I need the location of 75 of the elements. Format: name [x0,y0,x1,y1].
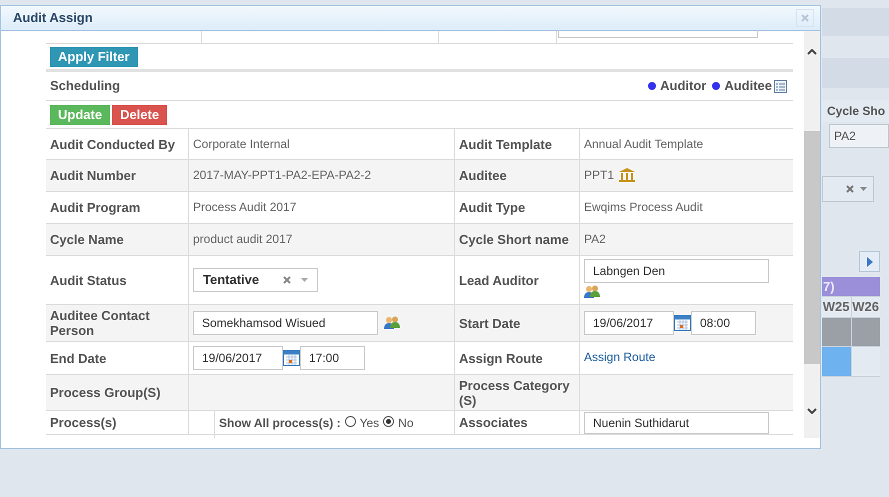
timeline-header: 7) [822,277,880,296]
timeline-cell [822,318,850,346]
calendar-icon[interactable] [283,350,300,366]
field-value: Ewqims Process Audit [584,199,703,216]
people-icon[interactable] [384,316,400,330]
dropdown-arrow-icon [860,187,867,191]
field-label: Start Date [459,316,520,330]
next-arrow-icon [866,256,872,266]
scroll-down-icon[interactable] [807,408,817,414]
field-label: Cycle Short name [459,232,569,247]
field-label: Auditee [459,168,507,183]
calendar-icon[interactable] [674,315,691,331]
radio-button[interactable] [344,416,356,427]
field-label: Audit Number [50,168,136,183]
timeline-cell [852,347,880,376]
field-label: End Date [50,350,106,366]
radio-label: No [398,415,414,432]
radio-button[interactable] [383,416,394,427]
delete-button[interactable]: Delete [112,104,168,124]
field-value: PA2 [584,231,606,248]
field-label: Cycle Sho [822,100,889,122]
section-title: Scheduling [50,77,120,96]
date-field[interactable]: 19/06/2017 [584,311,674,335]
time-field[interactable]: 08:00 [691,311,756,335]
select-value: Tentative [203,271,260,290]
clear-icon[interactable] [846,185,854,193]
field-label: Audit Template [459,136,552,152]
input-field[interactable]: Nuenin Suthidarut [584,412,769,434]
window-title: Audit Assign [13,9,93,28]
field-label: Audit Program [50,200,140,215]
input-field[interactable]: PA2 [829,124,889,148]
field-value: Corporate Internal [193,136,290,153]
field-label: Process Category (S) [459,378,571,408]
assign-route-link[interactable]: Assign Route [584,348,656,366]
list-icon[interactable] [774,80,787,92]
next-button[interactable] [859,251,880,272]
building-icon [618,167,636,183]
timeline-cell [852,318,880,346]
field-label: Auditee Contact Person [50,308,151,338]
field-value: Process Audit 2017 [193,199,296,216]
field-value: product audit 2017 [193,231,292,248]
select-field[interactable] [822,176,874,202]
field-label: Process(s) [50,415,116,430]
field-label: Lead Auditor [459,272,539,288]
header-band [822,8,889,36]
field-label: Audit Type [459,200,526,215]
field-label: Show All process(s) : [219,415,341,432]
clear-icon[interactable] [283,276,291,284]
dropdown-arrow-icon [301,278,308,282]
field-label: Cycle Name [50,232,124,247]
legend-label: Auditor [660,77,706,96]
people-icon[interactable] [584,285,600,299]
field-label: Audit Conducted By [50,136,175,152]
field-label: Process Group(S) [50,385,161,400]
week-header: W26 [852,297,880,317]
field-value: Annual Audit Template [584,136,704,153]
timeline-cell [822,347,850,376]
input-field[interactable]: Labngen Den [584,259,769,283]
time-field[interactable]: 17:00 [300,346,365,370]
scroll-up-icon[interactable] [807,49,817,55]
field-value: 2017-MAY-PPT1-PA2-EPA-PA2-2 [193,167,372,184]
close-icon [801,14,809,22]
scrollbar[interactable] [804,31,820,438]
header-band [822,58,889,88]
week-header: W25 [822,297,850,317]
status-select[interactable]: Tentative [193,268,318,292]
radio-label: Yes [360,415,380,432]
field-value: PPT1 [584,167,614,184]
input-field[interactable] [558,30,758,38]
field-label: Audit Status [50,272,127,288]
field-label: Associates [459,415,528,430]
input-field[interactable]: Somekhamsod Wisued [193,311,378,335]
legend-label: Auditee [724,77,772,96]
field-label: Assign Route [459,350,543,366]
date-field[interactable]: 19/06/2017 [193,346,283,370]
